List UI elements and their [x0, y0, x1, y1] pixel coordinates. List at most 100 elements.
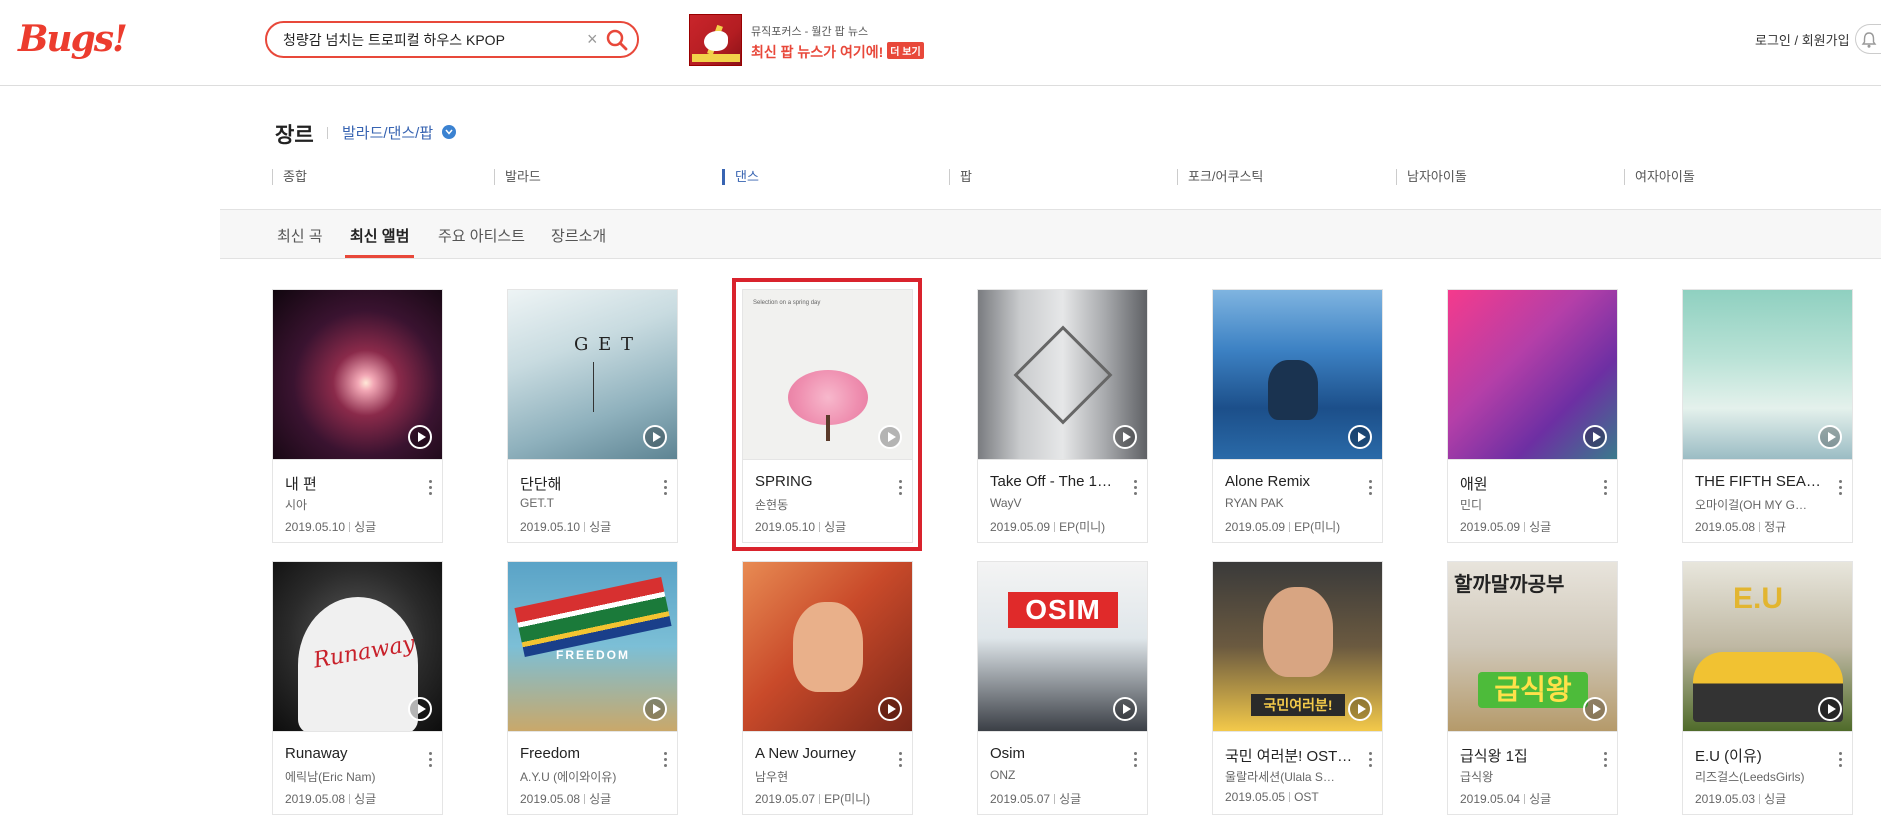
album-artist[interactable]: 오마이걸(OH MY G…	[1695, 496, 1823, 513]
album-artist[interactable]: 급식왕	[1460, 768, 1588, 785]
genre-selector[interactable]: 발라드/댄스/팝	[342, 122, 433, 143]
album-cover[interactable]: G E T	[507, 289, 678, 460]
album-artist[interactable]: 울랄라세션(Ulala S…	[1225, 768, 1353, 785]
album-cover[interactable]: FREEDOM	[507, 561, 678, 732]
album-title[interactable]: THE FIFTH SEASON	[1695, 473, 1823, 490]
clear-search-icon[interactable]: ×	[587, 28, 598, 50]
album-artist[interactable]: 리즈걸스(LeedsGirls)	[1695, 768, 1823, 785]
album-title[interactable]: 애원	[1460, 473, 1588, 494]
tab-latest-songs[interactable]: 최신 곡	[277, 225, 323, 246]
album-title[interactable]: A New Journey	[755, 745, 883, 762]
play-icon[interactable]	[643, 697, 667, 721]
album-artist[interactable]: WayV	[990, 496, 1118, 510]
album-artist[interactable]: 에릭남(Eric Nam)	[285, 768, 413, 785]
album-card[interactable]: 애원 민디 2019.05.09 싱글	[1447, 289, 1618, 543]
album-artist[interactable]: RYAN PAK	[1225, 496, 1353, 510]
album-cover[interactable]: E.U	[1682, 561, 1853, 732]
album-title[interactable]: Runaway	[285, 745, 413, 762]
genre-item-overall[interactable]: 종합	[272, 169, 307, 185]
promo-more-badge[interactable]: 더 보기	[887, 42, 924, 59]
album-title[interactable]: 급식왕 1집	[1460, 745, 1588, 766]
more-options-icon[interactable]	[426, 752, 434, 772]
notification-bell-icon[interactable]	[1855, 24, 1881, 54]
promo-headline[interactable]: 최신 팝 뉴스가 여기에! 더 보기	[751, 42, 924, 62]
genre-item-ballad[interactable]: 발라드	[494, 169, 541, 185]
play-icon[interactable]	[643, 425, 667, 449]
genre-item-folk-acoustic[interactable]: 포크/어쿠스틱	[1177, 169, 1263, 185]
play-icon[interactable]	[1818, 697, 1842, 721]
more-options-icon[interactable]	[1131, 480, 1139, 500]
album-artist[interactable]: 시아	[285, 496, 413, 513]
more-options-icon[interactable]	[661, 752, 669, 772]
genre-item-boy-idol[interactable]: 남자아이돌	[1396, 169, 1467, 185]
more-options-icon[interactable]	[661, 480, 669, 500]
album-card[interactable]: THE FIFTH SEASON 오마이걸(OH MY G… 2019.05.0…	[1682, 289, 1853, 543]
album-cover[interactable]	[272, 289, 443, 460]
album-cover[interactable]: 할까말까공부 급식왕	[1447, 561, 1618, 732]
tab-latest-albums[interactable]: 최신 앨범	[350, 225, 409, 246]
search-input[interactable]	[283, 30, 583, 50]
play-icon[interactable]	[1113, 697, 1137, 721]
promo-headline-text[interactable]: 최신 팝 뉴스가 여기에!	[751, 44, 883, 60]
album-artist[interactable]: A.Y.U (에이와이유)	[520, 768, 648, 785]
album-cover[interactable]	[1682, 289, 1853, 460]
album-card[interactable]: A New Journey 남우현 2019.05.07 EP(미니)	[742, 561, 913, 815]
album-title[interactable]: 단단해	[520, 473, 648, 494]
album-cover[interactable]	[1212, 289, 1383, 460]
album-title[interactable]: Alone Remix	[1225, 473, 1353, 490]
play-icon[interactable]	[1583, 425, 1607, 449]
album-title[interactable]: 내 편	[285, 473, 413, 494]
album-cover[interactable]: 국민여러분!	[1212, 561, 1383, 732]
album-title[interactable]: Take Off - The 1st …	[990, 473, 1118, 490]
play-icon[interactable]	[1818, 425, 1842, 449]
chevron-down-icon[interactable]	[442, 125, 456, 139]
play-icon[interactable]	[408, 425, 432, 449]
album-title[interactable]: Osim	[990, 745, 1118, 762]
album-title[interactable]: Freedom	[520, 745, 648, 762]
bugs-logo[interactable]: Bugs!	[18, 18, 128, 60]
album-card[interactable]: G E T 단단해 GET.T 2019.05.10 싱글	[507, 289, 678, 543]
album-card[interactable]: E.U E.U (이유) 리즈걸스(LeedsGirls) 2019.05.03…	[1682, 561, 1853, 815]
play-icon[interactable]	[1348, 697, 1372, 721]
more-options-icon[interactable]	[1601, 480, 1609, 500]
genre-item-girl-idol[interactable]: 여자아이돌	[1624, 169, 1695, 185]
genre-item-pop[interactable]: 팝	[949, 169, 972, 185]
album-cover[interactable]: OSIM	[977, 561, 1148, 732]
tab-main-artists[interactable]: 주요 아티스트	[438, 225, 525, 246]
tab-genre-intro[interactable]: 장르소개	[551, 225, 606, 246]
genre-item-dance[interactable]: 댄스	[722, 169, 759, 185]
album-card[interactable]: Runaway Runaway 에릭남(Eric Nam) 2019.05.08…	[272, 561, 443, 815]
album-card[interactable]: 내 편 시아 2019.05.10 싱글	[272, 289, 443, 543]
play-icon[interactable]	[1583, 697, 1607, 721]
search-icon[interactable]	[605, 28, 631, 52]
album-card[interactable]: FREEDOM Freedom A.Y.U (에이와이유) 2019.05.08…	[507, 561, 678, 815]
album-cover[interactable]	[977, 289, 1148, 460]
album-title[interactable]: E.U (이유)	[1695, 745, 1823, 766]
more-options-icon[interactable]	[1366, 752, 1374, 772]
album-card[interactable]: Take Off - The 1st … WayV 2019.05.09 EP(미…	[977, 289, 1148, 543]
album-artist[interactable]: ONZ	[990, 768, 1118, 782]
more-options-icon[interactable]	[1601, 752, 1609, 772]
album-card[interactable]: 할까말까공부 급식왕 급식왕 1집 급식왕 2019.05.04 싱글	[1447, 561, 1618, 815]
album-artist[interactable]: 남우현	[755, 768, 883, 785]
album-cover[interactable]: Runaway	[272, 561, 443, 732]
more-options-icon[interactable]	[1131, 752, 1139, 772]
more-options-icon[interactable]	[426, 480, 434, 500]
play-icon[interactable]	[1113, 425, 1137, 449]
play-icon[interactable]	[408, 697, 432, 721]
more-options-icon[interactable]	[1836, 752, 1844, 772]
album-artist[interactable]: 민디	[1460, 496, 1588, 513]
promo-woodstock-image[interactable]	[689, 14, 742, 66]
album-card[interactable]: Alone Remix RYAN PAK 2019.05.09 EP(미니)	[1212, 289, 1383, 543]
play-icon[interactable]	[1348, 425, 1372, 449]
album-cover[interactable]	[742, 561, 913, 732]
more-options-icon[interactable]	[1366, 480, 1374, 500]
login-signup-link[interactable]: 로그인 / 회원가입	[1755, 30, 1850, 49]
album-artist[interactable]: GET.T	[520, 496, 648, 510]
more-options-icon[interactable]	[1836, 480, 1844, 500]
album-card[interactable]: OSIM Osim ONZ 2019.05.07 싱글	[977, 561, 1148, 815]
album-title[interactable]: 국민 여러분! OST Par…	[1225, 745, 1353, 766]
more-options-icon[interactable]	[896, 752, 904, 772]
album-card[interactable]: 국민여러분! 국민 여러분! OST Par… 울랄라세션(Ulala S… 2…	[1212, 561, 1383, 815]
album-cover[interactable]	[1447, 289, 1618, 460]
